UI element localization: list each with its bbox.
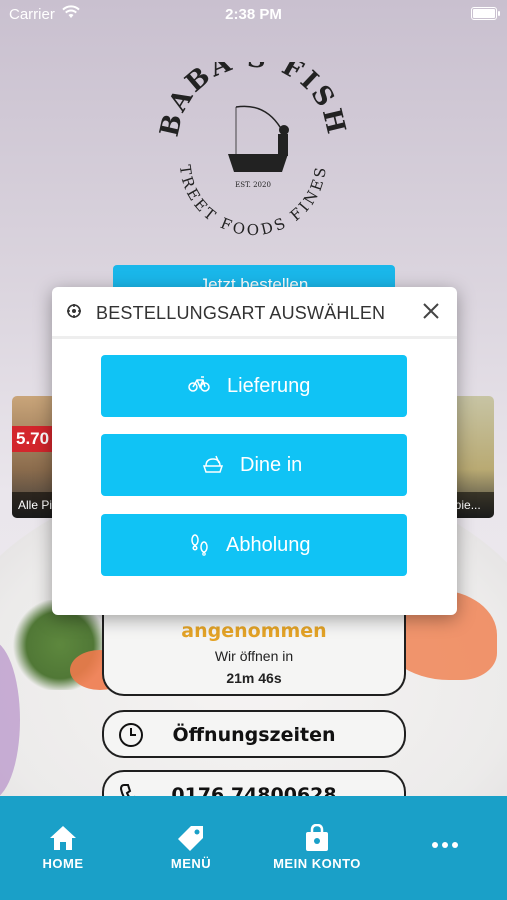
- order-type-dialog: BESTELLUNGSART AUSWÄHLEN Lieferung Dine …: [52, 287, 457, 615]
- bottom-tab-bar: HOME MENÜ MEIN KONTO: [0, 796, 507, 900]
- more-dots-icon: [431, 836, 459, 854]
- tab-more[interactable]: [410, 796, 480, 900]
- shopping-bag-icon: [304, 823, 330, 857]
- delivery-option-button[interactable]: Lieferung: [101, 355, 407, 417]
- dine-in-icon: [202, 454, 224, 479]
- delivery-option-label: Lieferung: [227, 375, 311, 397]
- tab-menu[interactable]: MENÜ: [146, 796, 236, 900]
- tab-account-label: MEIN KONTO: [273, 856, 361, 871]
- settings-icon: [66, 303, 82, 324]
- dine-in-option-label: Dine in: [240, 454, 303, 476]
- bicycle-icon: [188, 375, 210, 398]
- tab-home-label: HOME: [42, 856, 84, 871]
- footsteps-icon: [189, 534, 211, 561]
- dine-in-option-button[interactable]: Dine in: [101, 434, 407, 496]
- tab-home[interactable]: HOME: [18, 796, 108, 900]
- pickup-option-label: Abholung: [226, 534, 311, 556]
- dialog-header: BESTELLUNGSART AUSWÄHLEN: [52, 287, 457, 339]
- tag-icon: [177, 824, 205, 857]
- dialog-title: BESTELLUNGSART AUSWÄHLEN: [96, 303, 386, 323]
- tab-account[interactable]: MEIN KONTO: [262, 796, 372, 900]
- home-icon: [49, 824, 77, 857]
- pickup-option-button[interactable]: Abholung: [101, 514, 407, 576]
- tab-menu-label: MENÜ: [170, 856, 212, 871]
- close-icon[interactable]: [419, 299, 443, 323]
